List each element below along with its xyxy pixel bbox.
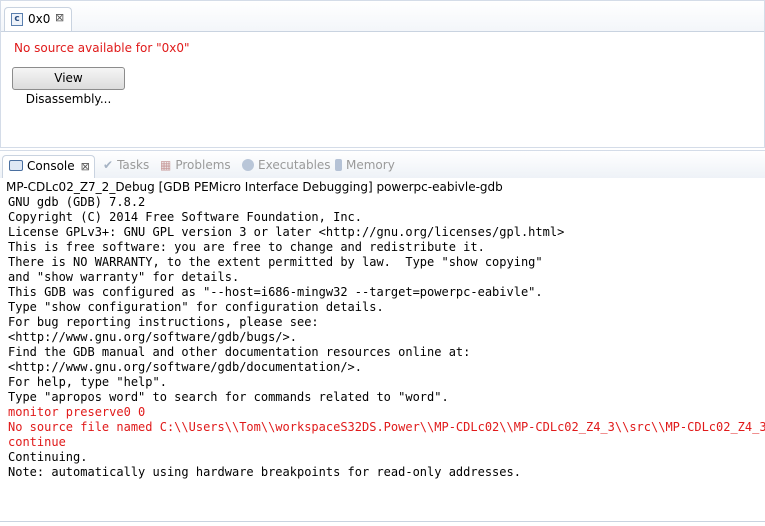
tab-problems-label: Problems	[175, 158, 231, 172]
console-line: <http://www.gnu.org/software/gdb/bugs/>.	[8, 330, 297, 344]
memory-icon	[335, 158, 342, 171]
console-line: <http://www.gnu.org/software/gdb/documen…	[8, 360, 363, 374]
tab-console-label: Console	[27, 159, 75, 173]
tab-tasks-label: Tasks	[117, 158, 150, 172]
console-process-header: MP-CDLc02_Z7_2_Debug [GDB PEMicro Interf…	[6, 180, 503, 194]
editor-tab-0x0[interactable]: c 0x0 ⊠	[4, 7, 72, 31]
console-line: This is free software: you are free to c…	[8, 240, 485, 254]
console-line: continue	[8, 435, 66, 449]
executables-icon	[242, 158, 254, 171]
c-source-file-icon: c	[11, 13, 23, 26]
console-line: Continuing.	[8, 450, 88, 464]
console-panel: Console ⊠ ✔ Tasks ▦ Problems Executables Me…	[0, 150, 765, 526]
console-line: Type "show configuration" for configurat…	[8, 300, 384, 314]
console-line: and "show warranty" for details.	[8, 270, 240, 284]
console-icon	[9, 160, 23, 171]
editor-tab-bar: c 0x0 ⊠	[1, 1, 764, 31]
tab-executables[interactable]: Executables	[242, 155, 331, 178]
close-icon[interactable]: ⊠	[81, 160, 90, 173]
editor-tab-label: 0x0	[28, 12, 51, 26]
tab-tasks[interactable]: ✔ Tasks	[103, 155, 149, 178]
tab-memory-label: Memory	[346, 158, 395, 172]
console-line: For help, type "help".	[8, 375, 167, 389]
view-disassembly-button[interactable]: View Disassembly...	[12, 67, 125, 106]
divider	[0, 521, 765, 522]
close-icon[interactable]: ⊠	[55, 11, 64, 24]
console-line: Type "apropos word" to search for comman…	[8, 390, 449, 404]
tab-executables-label: Executables	[258, 158, 331, 172]
console-line: Find the GDB manual and other documentat…	[8, 345, 471, 359]
console-line: Note: automatically using hardware break…	[8, 465, 521, 479]
editor-panel: c 0x0 ⊠ No source available for "0x0" Vi…	[0, 0, 765, 148]
console-line: For bug reporting instructions, please s…	[8, 315, 319, 329]
console-line: This GDB was configured as "--host=i686-…	[8, 285, 543, 299]
tab-problems[interactable]: ▦ Problems	[160, 155, 231, 178]
console-line: GNU gdb (GDB) 7.8.2	[8, 195, 146, 209]
console-line: No source file named C:\\Users\\Tom\\wor…	[8, 420, 765, 434]
tab-memory[interactable]: Memory	[335, 155, 395, 178]
editor-body: No source available for "0x0" View Disas…	[1, 31, 764, 148]
console-line: There is NO WARRANTY, to the extent perm…	[8, 255, 543, 269]
console-line: Copyright (C) 2014 Free Software Foundat…	[8, 210, 363, 224]
tab-console[interactable]: Console ⊠	[2, 155, 95, 178]
tasks-icon: ✔	[103, 158, 114, 172]
console-output[interactable]: GNU gdb (GDB) 7.8.2 Copyright (C) 2014 Fr…	[8, 195, 765, 521]
console-line: monitor preserve0 0	[8, 405, 146, 419]
problems-icon: ▦	[160, 158, 172, 172]
console-line: License GPLv3+: GNU GPL version 3 or lat…	[8, 225, 565, 239]
view-tab-bar: Console ⊠ ✔ Tasks ▦ Problems Executables Me…	[0, 150, 765, 178]
no-source-message: No source available for "0x0"	[14, 41, 190, 55]
